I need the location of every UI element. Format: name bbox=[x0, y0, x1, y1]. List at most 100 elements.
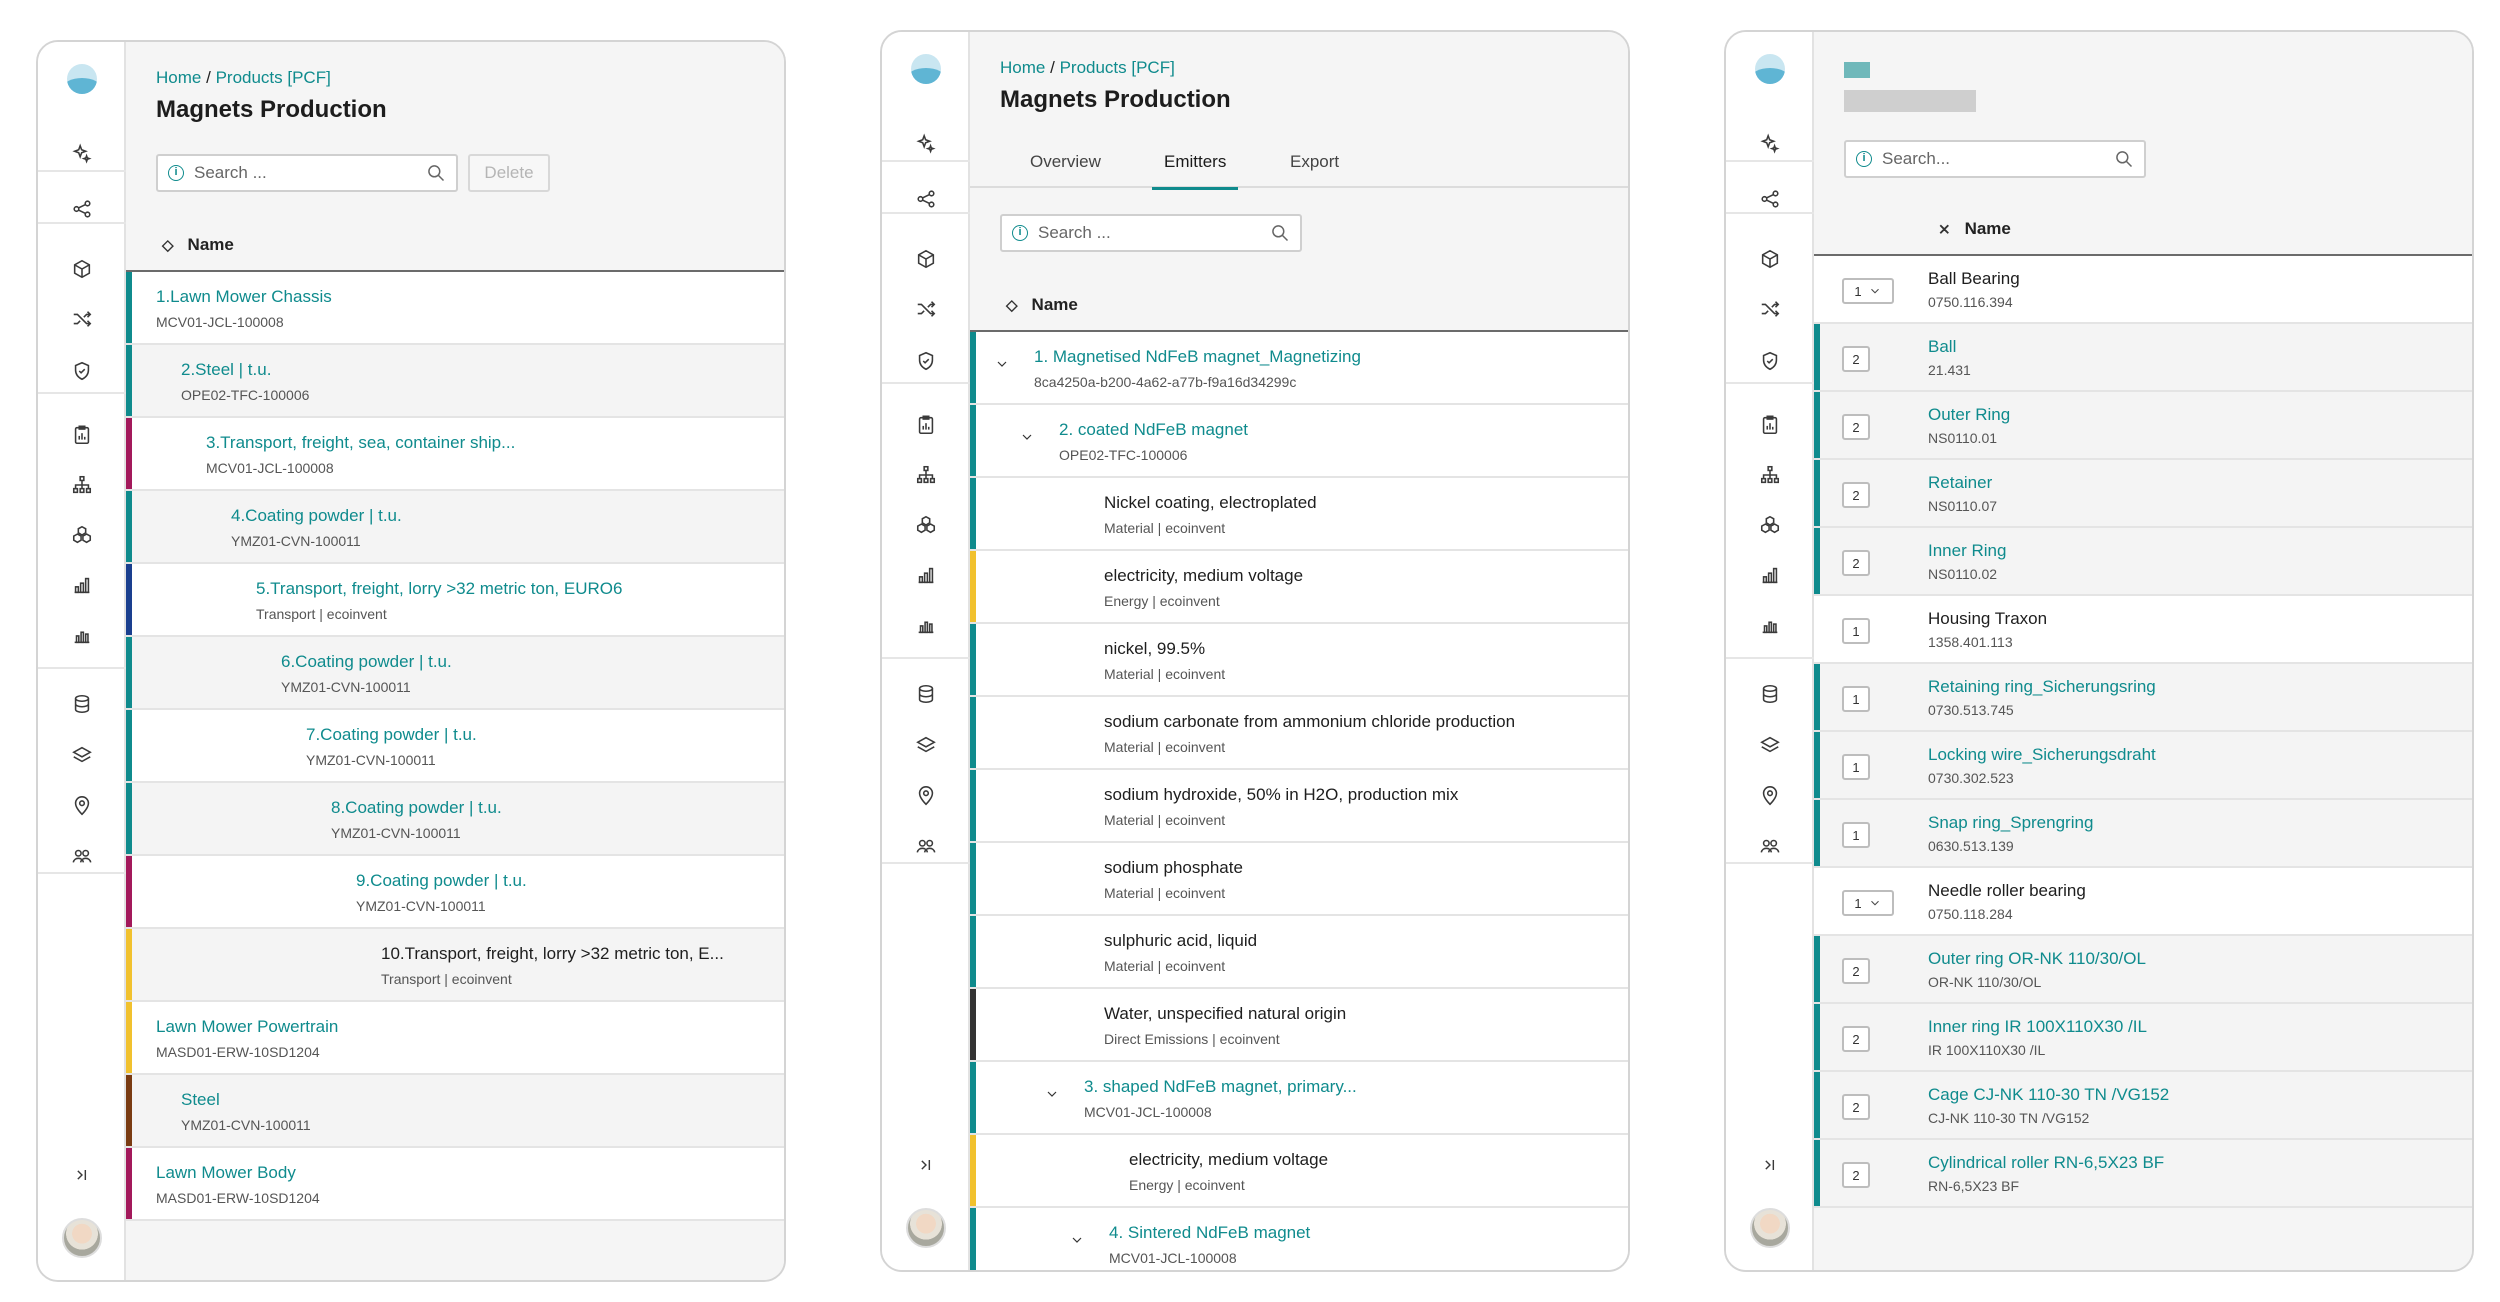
location-pin-icon[interactable] bbox=[1726, 779, 1814, 813]
tree-row[interactable]: Lawn Mower Body MASD01-ERW-10SD1204 bbox=[126, 1148, 784, 1221]
breadcrumb-products[interactable]: Products [PCF] bbox=[216, 68, 331, 87]
location-pin-icon[interactable] bbox=[38, 789, 126, 823]
tree-row[interactable]: Steel YMZ01-CVN-100011 bbox=[126, 1075, 784, 1148]
users-icon[interactable] bbox=[1726, 829, 1814, 863]
bom-row[interactable]: 2 Cage CJ-NK 110-30 TN /VG152 CJ-NK 110-30… bbox=[1814, 1072, 2472, 1140]
bom-row[interactable]: 2 Inner ring IR 100X110X30 /IL IR 100X110X… bbox=[1814, 1004, 2472, 1072]
shield-icon[interactable] bbox=[882, 344, 970, 378]
bom-row[interactable]: 2 Inner Ring NS0110.02 bbox=[1814, 528, 2472, 596]
emitter-row[interactable]: electricity, medium voltage Energy | ecoi… bbox=[970, 551, 1628, 624]
share-icon[interactable] bbox=[882, 182, 970, 216]
row-name[interactable]: Outer Ring bbox=[1928, 405, 2010, 425]
tree-row[interactable]: 2.Steel | t.u. OPE02-TFC-100006 bbox=[126, 345, 784, 418]
row-name[interactable]: Ball bbox=[1928, 337, 1956, 357]
app-logo[interactable] bbox=[1755, 54, 1785, 84]
row-name[interactable]: Retaining ring_Sicherungsring bbox=[1928, 677, 2156, 697]
bom-row[interactable]: 1 Ball Bearing 0750.116.394 bbox=[1814, 256, 2472, 324]
ai-sparkle-icon[interactable] bbox=[38, 137, 126, 171]
chevron-down-icon[interactable] bbox=[1069, 1232, 1083, 1246]
chevron-down-icon[interactable] bbox=[994, 356, 1008, 370]
row-name[interactable]: 8.Coating powder | t.u. bbox=[331, 798, 502, 818]
quantity-badge[interactable]: 1 bbox=[1842, 278, 1894, 304]
tree-row[interactable]: 10.Transport, freight, lorry >32 metric … bbox=[126, 929, 784, 1002]
app-logo[interactable] bbox=[911, 54, 941, 84]
sort-icon[interactable]: ⨯ bbox=[1938, 220, 1951, 238]
cube-icon[interactable] bbox=[38, 252, 126, 286]
sort-icon[interactable]: ◇ bbox=[162, 236, 174, 254]
emitter-row[interactable]: nickel, 99.5% Material | ecoinvent bbox=[970, 624, 1628, 697]
column-chart-icon[interactable] bbox=[1726, 608, 1814, 642]
row-name[interactable]: Steel bbox=[181, 1090, 220, 1110]
emitter-row[interactable]: 1. Magnetised NdFeB magnet_Magnetizing 8c… bbox=[970, 332, 1628, 405]
database-icon[interactable] bbox=[1726, 677, 1814, 711]
row-name[interactable]: Snap ring_Sprengring bbox=[1928, 813, 2093, 833]
tree-row[interactable]: 7.Coating powder | t.u. YMZ01-CVN-100011 bbox=[126, 710, 784, 783]
ai-sparkle-icon[interactable] bbox=[882, 127, 970, 161]
bom-row[interactable]: 1 Needle roller bearing 0750.118.284 bbox=[1814, 868, 2472, 936]
row-name[interactable]: 9.Coating powder | t.u. bbox=[356, 871, 527, 891]
emitter-row[interactable]: Nickel coating, electroplated Material | … bbox=[970, 478, 1628, 551]
emitter-row[interactable]: sodium hydroxide, 50% in H2O, production… bbox=[970, 770, 1628, 843]
chevron-down-icon[interactable] bbox=[1868, 284, 1882, 298]
row-name[interactable]: Lawn Mower Powertrain bbox=[156, 1017, 338, 1037]
row-name[interactable]: 3.Transport, freight, sea, container shi… bbox=[206, 433, 515, 453]
row-name[interactable]: Retainer bbox=[1928, 473, 1992, 493]
expand-sidebar-icon[interactable] bbox=[1726, 1148, 1814, 1182]
row-name[interactable]: 1. Magnetised NdFeB magnet_Magnetizing bbox=[1034, 347, 1361, 367]
row-name[interactable]: Inner ring IR 100X110X30 /IL bbox=[1928, 1017, 2147, 1037]
clipboard-chart-icon[interactable] bbox=[1726, 408, 1814, 442]
hierarchy-icon[interactable] bbox=[38, 468, 126, 502]
breadcrumb-home[interactable]: Home bbox=[156, 68, 201, 87]
tree-row[interactable]: 9.Coating powder | t.u. YMZ01-CVN-100011 bbox=[126, 856, 784, 929]
emitter-row[interactable]: sodium carbonate from ammonium chloride … bbox=[970, 697, 1628, 770]
emitter-row[interactable]: 2. coated NdFeB magnet OPE02-TFC-100006 bbox=[970, 405, 1628, 478]
cubes-icon[interactable] bbox=[1726, 508, 1814, 542]
user-avatar[interactable] bbox=[906, 1208, 946, 1248]
bar-chart-icon[interactable] bbox=[38, 568, 126, 602]
row-name[interactable]: Lawn Mower Body bbox=[156, 1163, 296, 1183]
layers-icon[interactable] bbox=[38, 738, 126, 772]
row-name[interactable]: 3. shaped NdFeB magnet, primary... bbox=[1084, 1077, 1357, 1097]
row-name[interactable]: 2.Steel | t.u. bbox=[181, 360, 271, 380]
delete-button[interactable]: Delete bbox=[468, 154, 550, 192]
clipboard-chart-icon[interactable] bbox=[882, 408, 970, 442]
tree-row[interactable]: 3.Transport, freight, sea, container shi… bbox=[126, 418, 784, 491]
emitter-row[interactable]: sulphuric acid, liquid Material | ecoinve… bbox=[970, 916, 1628, 989]
bom-row[interactable]: 2 Ball 21.431 bbox=[1814, 324, 2472, 392]
tree-row[interactable]: 1.Lawn Mower Chassis MCV01-JCL-100008 bbox=[126, 272, 784, 345]
emitter-row[interactable]: Water, unspecified natural origin Direct … bbox=[970, 989, 1628, 1062]
chevron-down-icon[interactable] bbox=[1868, 896, 1882, 910]
row-name[interactable]: Locking wire_Sicherungsdraht bbox=[1928, 745, 2156, 765]
tree-row[interactable]: Lawn Mower Powertrain MASD01-ERW-10SD1204 bbox=[126, 1002, 784, 1075]
column-chart-icon[interactable] bbox=[882, 608, 970, 642]
user-avatar[interactable] bbox=[1750, 1208, 1790, 1248]
layers-icon[interactable] bbox=[1726, 728, 1814, 762]
shuffle-icon[interactable] bbox=[1726, 292, 1814, 326]
cubes-icon[interactable] bbox=[882, 508, 970, 542]
layers-icon[interactable] bbox=[882, 728, 970, 762]
tab-export[interactable]: Export bbox=[1290, 142, 1339, 188]
hierarchy-icon[interactable] bbox=[1726, 458, 1814, 492]
emitter-row[interactable]: 3. shaped NdFeB magnet, primary... MCV01-… bbox=[970, 1062, 1628, 1135]
cube-icon[interactable] bbox=[1726, 242, 1814, 276]
ai-sparkle-icon[interactable] bbox=[1726, 127, 1814, 161]
sort-icon[interactable]: ◇ bbox=[1006, 296, 1018, 314]
emitter-row[interactable]: sodium phosphate Material | ecoinvent bbox=[970, 843, 1628, 916]
search-input[interactable]: i Search ... bbox=[156, 154, 458, 192]
emitter-row[interactable]: 4. Sintered NdFeB magnet MCV01-JCL-100008 bbox=[970, 1208, 1628, 1270]
row-name[interactable]: Outer ring OR-NK 110/30/OL bbox=[1928, 949, 2146, 969]
bar-chart-icon[interactable] bbox=[882, 558, 970, 592]
cube-icon[interactable] bbox=[882, 242, 970, 276]
app-logo[interactable] bbox=[67, 64, 97, 94]
breadcrumb-products[interactable]: Products [PCF] bbox=[1060, 58, 1175, 77]
location-pin-icon[interactable] bbox=[882, 779, 970, 813]
bom-row[interactable]: 2 Retainer NS0110.07 bbox=[1814, 460, 2472, 528]
row-name[interactable]: 1.Lawn Mower Chassis bbox=[156, 287, 332, 307]
row-name[interactable]: Inner Ring bbox=[1928, 541, 2006, 561]
chevron-down-icon[interactable] bbox=[1019, 429, 1033, 443]
database-icon[interactable] bbox=[882, 677, 970, 711]
search-input[interactable]: i Search... bbox=[1844, 140, 2146, 178]
shield-icon[interactable] bbox=[1726, 344, 1814, 378]
column-chart-icon[interactable] bbox=[38, 618, 126, 652]
tree-row[interactable]: 6.Coating powder | t.u. YMZ01-CVN-100011 bbox=[126, 637, 784, 710]
